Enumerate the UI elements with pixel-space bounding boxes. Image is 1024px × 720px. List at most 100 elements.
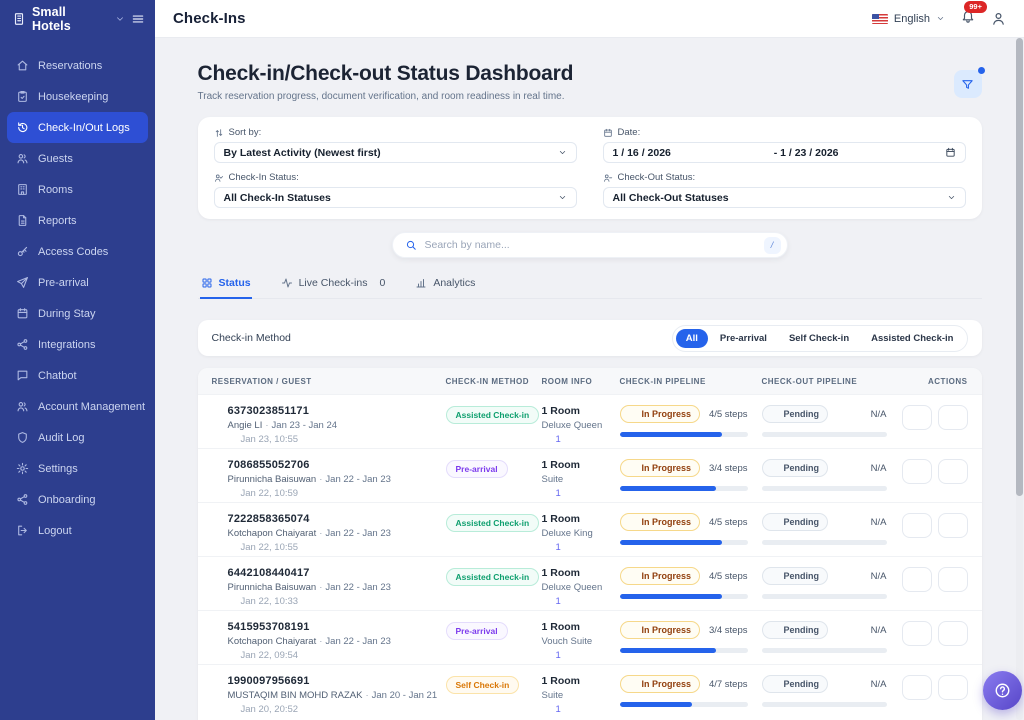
file-icon [16, 214, 29, 227]
eye-icon [911, 682, 923, 694]
key-icon [947, 574, 959, 586]
expand-row-chevron-icon[interactable] [212, 624, 221, 633]
sidebar-item-during-stay[interactable]: During Stay [7, 298, 148, 329]
view-details-button[interactable] [902, 405, 932, 430]
language-selector[interactable]: English [872, 13, 945, 25]
user-account-icon[interactable] [991, 11, 1006, 26]
sidebar-item-reports[interactable]: Reports [7, 205, 148, 236]
expand-row-chevron-icon[interactable] [212, 516, 221, 525]
access-key-button[interactable] [938, 567, 968, 592]
checkout-value: N/A [871, 679, 887, 690]
sidebar-item-onboarding[interactable]: Onboarding [7, 484, 148, 515]
checkin-progress-bar [620, 594, 748, 599]
checkin-steps: 4/5 steps [709, 409, 748, 420]
sidebar-item-housekeeping[interactable]: Housekeeping [7, 81, 148, 112]
date-range-input[interactable]: 1 / 16 / 2026 - 1 / 23 / 2026 [603, 142, 966, 163]
help-button[interactable] [983, 671, 1022, 710]
view-details-button[interactable] [902, 567, 932, 592]
checkin-status-select[interactable]: All Check-In Statuses [214, 187, 577, 208]
tab-live-check-ins[interactable]: Live Check-ins 0 [280, 275, 387, 299]
filter-button[interactable] [954, 70, 982, 98]
access-key-button[interactable] [938, 513, 968, 538]
sort-select[interactable]: By Latest Activity (Newest first) [214, 142, 577, 163]
copy-reservation-id-icon[interactable] [419, 569, 430, 580]
checkout-value: N/A [871, 625, 887, 636]
sidebar-item-reservations[interactable]: Reservations [7, 50, 148, 81]
sidebar-item-settings[interactable]: Settings [7, 453, 148, 484]
expand-row-chevron-icon[interactable] [212, 678, 221, 687]
notifications-button[interactable]: 99+ [961, 9, 975, 28]
access-key-button[interactable] [938, 459, 968, 484]
expand-row-chevron-icon[interactable] [212, 570, 221, 579]
copy-reservation-id-icon[interactable] [419, 461, 430, 472]
scrollbar-track[interactable] [1016, 38, 1023, 720]
sidebar-item-chatbot[interactable]: Chatbot [7, 360, 148, 391]
table-row[interactable]: 6373023851171 Angie LI·Jan 23 - Jan 24 J… [198, 394, 982, 448]
reservation-guest-cell: 1990097956691 MUSTAQIM BIN MOHD RAZAK·Ja… [212, 675, 446, 715]
room-info-cell: 1 Room Suite 1 [542, 459, 620, 499]
copy-reservation-id-icon[interactable] [419, 407, 430, 418]
checkin-method-cell: Self Check-in [446, 675, 542, 694]
checkin-method-option[interactable]: Self Check-in [779, 329, 859, 348]
checkin-status-badge: In Progress [620, 621, 701, 639]
users-icon [542, 651, 552, 661]
tab-analytics[interactable]: Analytics [414, 275, 476, 299]
clock-icon [771, 626, 780, 635]
checkin-method-option[interactable]: Pre-arrival [710, 329, 777, 348]
column-header: ROOM INFO [542, 377, 620, 386]
view-details-button[interactable] [902, 513, 932, 538]
access-key-button[interactable] [938, 405, 968, 430]
checkout-status-badge: Pending [762, 675, 829, 693]
sidebar-item-guests[interactable]: Guests [7, 143, 148, 174]
brand-chevron-down-icon[interactable] [115, 14, 125, 24]
table-row[interactable]: 6442108440417 Pirunnicha Baisuwan·Jan 22… [198, 556, 982, 610]
search-icon [405, 239, 417, 251]
eye-icon [911, 520, 923, 532]
checkin-status-label: Check-In Status: [214, 172, 577, 183]
actions-cell [898, 675, 968, 700]
sidebar-item-logout[interactable]: Logout [7, 515, 148, 546]
sidebar-item-account-management[interactable]: Account Management [7, 391, 148, 422]
checkout-status-select[interactable]: All Check-Out Statuses [603, 187, 966, 208]
reservations-table: RESERVATION / GUEST CHECK-IN METHOD ROOM… [198, 368, 982, 720]
expand-row-chevron-icon[interactable] [212, 408, 221, 417]
sidebar-item-integrations[interactable]: Integrations [7, 329, 148, 360]
column-header: CHECK-IN METHOD [446, 377, 542, 386]
access-key-button[interactable] [938, 675, 968, 700]
search-input[interactable] [425, 239, 756, 251]
sidebar-toggle-menu-icon[interactable] [131, 12, 145, 26]
sidebar-item-access-codes[interactable]: Access Codes [7, 236, 148, 267]
view-details-button[interactable] [902, 675, 932, 700]
tab-status[interactable]: Status [200, 275, 252, 299]
sidebar-item-rooms[interactable]: Rooms [7, 174, 148, 205]
table-row[interactable]: 7086855052706 Pirunnicha Baisuwan·Jan 22… [198, 448, 982, 502]
expand-row-chevron-icon[interactable] [212, 462, 221, 471]
checkin-steps: 4/5 steps [709, 517, 748, 528]
copy-reservation-id-icon[interactable] [419, 623, 430, 634]
checkin-method-option[interactable]: All [676, 329, 708, 348]
column-header: RESERVATION / GUEST [212, 377, 446, 386]
view-details-button[interactable] [902, 621, 932, 646]
tab-bar: Status Live Check-ins 0 Analytics [198, 275, 982, 299]
guest-count: 1 [542, 704, 620, 715]
checkout-status-badge: Pending [762, 459, 829, 477]
copy-reservation-id-icon[interactable] [419, 515, 430, 526]
scrollbar-thumb[interactable] [1016, 38, 1023, 496]
view-details-button[interactable] [902, 459, 932, 484]
table-row[interactable]: 1990097956691 MUSTAQIM BIN MOHD RAZAK·Ja… [198, 664, 982, 718]
sidebar-item-check-in-out-logs[interactable]: Check-In/Out Logs [7, 112, 148, 143]
table-row[interactable]: 5415953708191 Kotchapon Chaiyarat·Jan 22… [198, 610, 982, 664]
checkin-method-option[interactable]: Assisted Check-in [861, 329, 963, 348]
clipboard-icon [16, 90, 29, 103]
sidebar-item-pre-arrival[interactable]: Pre-arrival [7, 267, 148, 298]
checkin-progress-bar [620, 432, 748, 437]
checkin-steps: 3/4 steps [709, 463, 748, 474]
table-row[interactable]: 7222858365074 Kotchapon Chaiyarat·Jan 22… [198, 502, 982, 556]
sidebar-item-audit-log[interactable]: Audit Log [7, 422, 148, 453]
actions-cell [898, 459, 968, 484]
checkin-method-badge: Pre-arrival [446, 460, 508, 478]
calendar-icon [945, 147, 956, 158]
home-icon [16, 59, 29, 72]
access-key-button[interactable] [938, 621, 968, 646]
question-icon [994, 682, 1011, 699]
